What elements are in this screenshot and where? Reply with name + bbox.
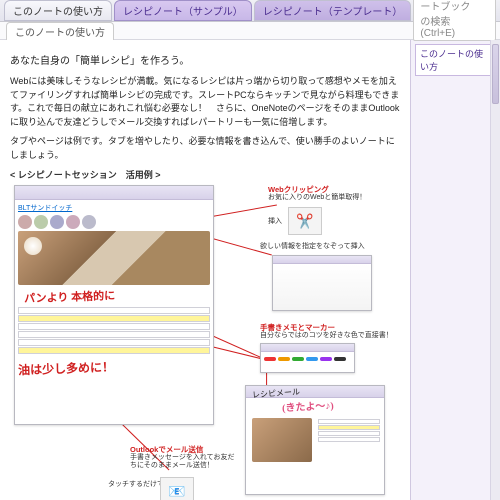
- paragraph-2: タブやページは例です。タブを増やしたり、必要な情報を書き込んで、使い勝手のよいノ…: [10, 135, 400, 162]
- callout-touch: タッチするだけで: [108, 481, 164, 489]
- mail-icon-thumb: 📧: [160, 477, 194, 500]
- handwriting-1: パンより 本格的に: [24, 284, 210, 306]
- section-title: < レシピノートセッション 活用例 >: [10, 168, 400, 181]
- notebook-tabs: このノートの使い方 レシピノート（サンプル） レシピノート（テンプレート） すべ…: [0, 0, 500, 22]
- recipe-photo: [18, 231, 210, 285]
- insert-button-thumb: 挿入 ✂️: [268, 207, 322, 235]
- page-list-item-1[interactable]: このノートの使い方: [415, 44, 496, 76]
- page-list: このノートの使い方: [410, 40, 500, 500]
- scrollbar-thumb[interactable]: [492, 44, 499, 104]
- paragraph-1: Webには美味しそうなレシピが満載。気になるレシピは片っ端から切り取って感想やメ…: [10, 75, 400, 129]
- marker-swatches: [264, 357, 351, 361]
- search-input[interactable]: すべてのノートブックの検索 (Ctrl+E): [413, 0, 496, 41]
- callout-insert-note: 欲しい情報を指定をなぞって挿入: [260, 243, 365, 251]
- scrollbar[interactable]: [490, 40, 500, 500]
- page-heading: あなた自身の「簡単レシピ」を作ろう。: [10, 52, 400, 67]
- callout-outlook: Outlookでメール送信 手書きメッセージを入れてお友だちにそのままメール送信…: [130, 445, 240, 471]
- screenshot-pen-toolbar: [260, 343, 355, 373]
- diagram: BLTサンドイッチ パンより 本格的に: [10, 185, 400, 500]
- screenshot-onenote-main: BLTサンドイッチ パンより 本格的に: [14, 185, 214, 425]
- callout-webclip: Webクリッピング お気に入りのWebと簡単取得！: [268, 185, 366, 202]
- tab-sample[interactable]: レシピノート（サンプル）: [114, 0, 252, 21]
- callout-handwriting: 手書きメモとマーカー 自分ならではのコツを好きな色で直接書！: [260, 323, 393, 340]
- recipe-title: BLTサンドイッチ: [18, 203, 210, 213]
- section-tab-usage[interactable]: このノートの使い方: [6, 22, 114, 40]
- tab-usage[interactable]: このノートの使い方: [4, 0, 112, 21]
- handwriting-3: (きたよ〜♪): [282, 397, 334, 415]
- page-content: あなた自身の「簡単レシピ」を作ろう。 Webには美味しそうなレシピが満載。気にな…: [0, 40, 410, 500]
- mail-icon: 📧: [160, 477, 194, 500]
- screenshot-outlook: レシピメール (きたよ〜♪): [245, 385, 385, 495]
- handwriting-2: 油は少し多めに！: [18, 355, 210, 379]
- tab-template[interactable]: レシピノート（テンプレート）: [254, 0, 412, 21]
- screenshot-browser-thumb: [272, 255, 372, 311]
- insert-icon: ✂️: [288, 207, 322, 235]
